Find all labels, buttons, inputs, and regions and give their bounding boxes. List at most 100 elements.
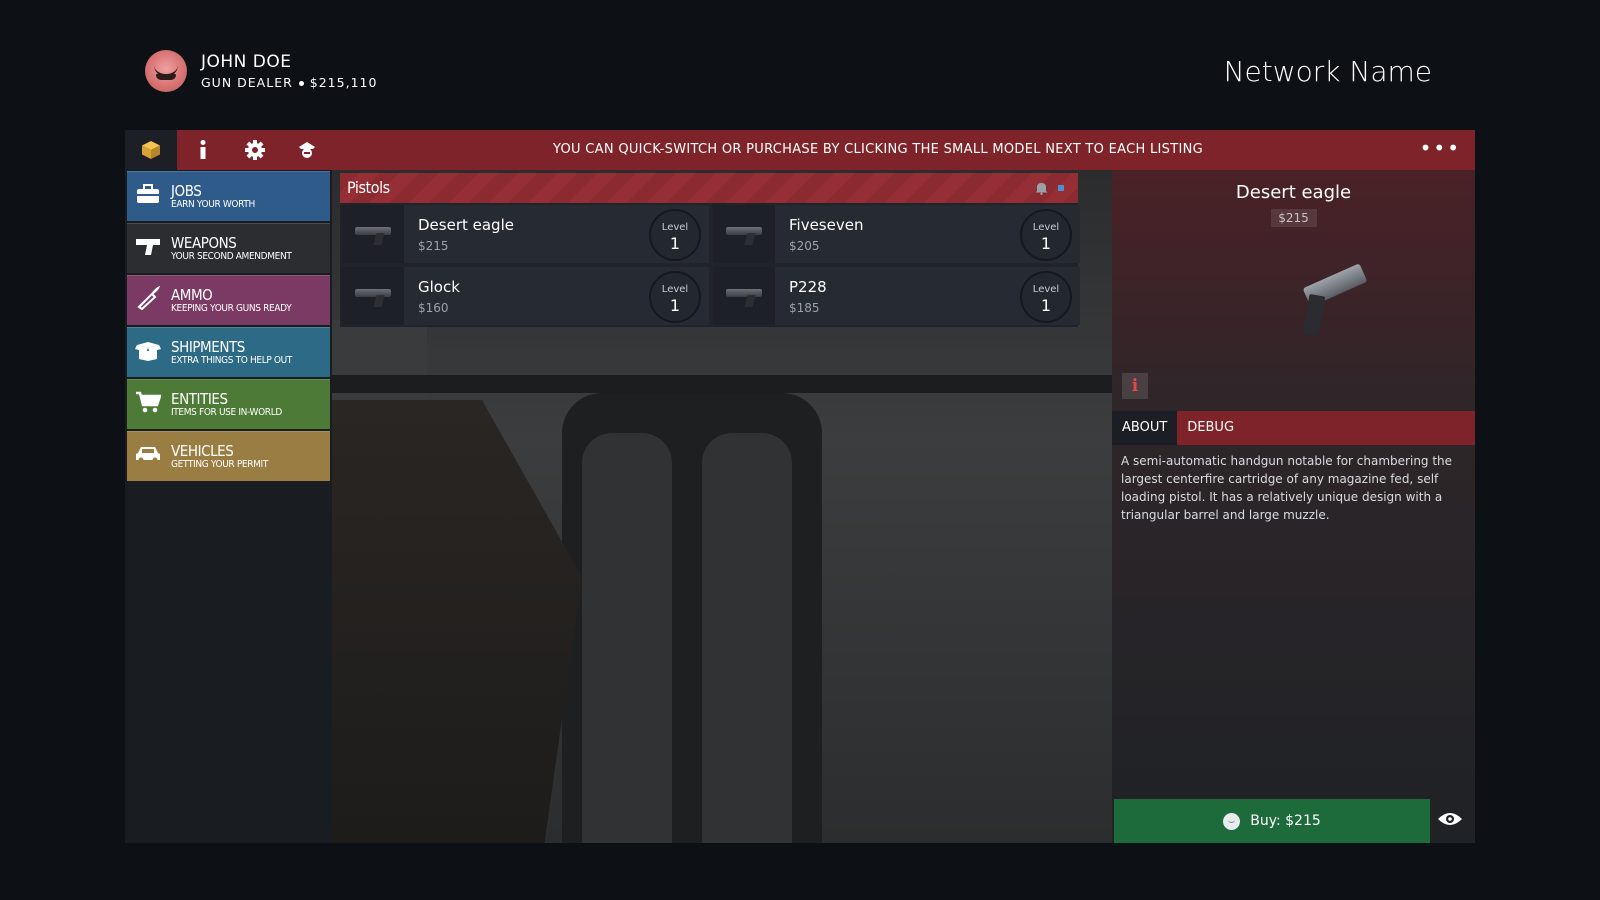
sidebar-item-text: JOBS EARN YOUR WORTH: [171, 181, 264, 210]
category-subtitle: GETTING YOUR PERMIT: [171, 458, 268, 470]
eye-icon[interactable]: [1437, 808, 1463, 833]
coin-icon: [1223, 812, 1241, 830]
app-root: JOHN DOE GUN DEALER $215,110 Network Name: [0, 0, 1600, 900]
level-badge: Level 1: [649, 271, 701, 323]
listing-panel: Pistols Desert eagle $215 Level 1 Fivese…: [340, 173, 1080, 327]
buy-button[interactable]: Buy: $215: [1114, 799, 1430, 843]
tab-about[interactable]: ABOUT: [1112, 411, 1178, 445]
tab-police[interactable]: [281, 130, 333, 170]
model-grip: [1302, 293, 1326, 337]
square-indicator-icon[interactable]: [1058, 185, 1064, 191]
separator-dot: [298, 81, 304, 86]
level-label: Level: [661, 222, 689, 233]
tab-settings[interactable]: [229, 130, 281, 170]
bell-icon[interactable]: [1035, 173, 1048, 207]
sidebar-item-ammo[interactable]: AMMO KEEPING YOUR GUNS READY: [127, 275, 330, 325]
detail-title: Desert eagle: [1235, 182, 1352, 203]
model-thumbnail[interactable]: [342, 267, 404, 325]
level-value: 1: [1040, 234, 1052, 253]
scene-bridge-deck: [332, 375, 1112, 393]
scene-bridge-pier: [562, 393, 822, 843]
profile: JOHN DOE GUN DEALER $215,110: [145, 50, 377, 92]
level-value: 1: [669, 296, 681, 315]
category-subtitle: EXTRA THINGS TO HELP OUT: [171, 354, 293, 366]
tab-shop[interactable]: [125, 130, 177, 170]
tab-debug[interactable]: DEBUG: [1177, 411, 1244, 445]
user-role: GUN DEALER: [201, 75, 293, 90]
level-badge: Level 1: [1020, 209, 1072, 261]
info-icon[interactable]: i: [1122, 373, 1148, 399]
tab-info[interactable]: [177, 130, 229, 170]
listing-item-glock[interactable]: Glock $160 Level 1: [342, 267, 709, 325]
shop-window: YOU CAN QUICK-SWITCH OR PURCHASE BY CLIC…: [125, 130, 1475, 843]
detail-price: $215: [1270, 209, 1317, 227]
category-title: ENTITIES: [171, 389, 228, 408]
scene-arch-opening: [702, 433, 792, 843]
network-name: Network Name: [1223, 55, 1432, 88]
category-title: VEHICLES: [171, 441, 234, 460]
sidebar-item-jobs[interactable]: JOBS EARN YOUR WORTH: [127, 171, 330, 221]
pistol-model-icon: [724, 225, 764, 243]
weapon-model-preview[interactable]: [1294, 263, 1368, 345]
top-bar: YOU CAN QUICK-SWITCH OR PURCHASE BY CLIC…: [125, 130, 1475, 170]
level-badge: Level 1: [649, 209, 701, 261]
sidebar-item-entities[interactable]: ENTITIES ITEMS FOR USE IN-WORLD: [127, 379, 330, 429]
user-name: JOHN DOE: [201, 52, 292, 72]
police-icon: [299, 142, 315, 158]
hint-notice: YOU CAN QUICK-SWITCH OR PURCHASE BY CLIC…: [553, 142, 1203, 157]
scene-arch-opening: [582, 433, 672, 843]
category-sidebar: JOBS EARN YOUR WORTH WEAPONS YOUR SECOND…: [125, 170, 332, 843]
listing-grid: Desert eagle $215 Level 1 Fiveseven $205: [340, 203, 1080, 325]
sidebar-item-text: VEHICLES GETTING YOUR PERMIT: [171, 441, 279, 470]
box-icon: [142, 141, 160, 159]
user-money: $215,110: [309, 75, 378, 90]
listing-header: Pistols: [340, 173, 1078, 203]
listing-item-fiveseven[interactable]: Fiveseven $205 Level 1: [713, 205, 1080, 263]
sidebar-item-text: WEAPONS YOUR SECOND AMENDMENT: [171, 235, 305, 262]
pistol-model-icon: [353, 287, 393, 305]
listing-info: Fiveseven $205: [775, 216, 863, 253]
sidebar-item-shipments[interactable]: SHIPMENTS EXTRA THINGS TO HELP OUT: [127, 327, 330, 377]
level-label: Level: [661, 284, 689, 295]
car-icon: [133, 444, 163, 469]
item-price: $160: [418, 300, 449, 315]
briefcase-icon: [133, 184, 163, 209]
avatar: [145, 50, 187, 92]
listing-item-p228[interactable]: P228 $185 Level 1: [713, 267, 1080, 325]
pistol-model-icon: [724, 287, 764, 305]
more-menu-button[interactable]: •••: [1420, 130, 1461, 170]
listing-title: Pistols: [347, 178, 390, 197]
sidebar-item-vehicles[interactable]: VEHICLES GETTING YOUR PERMIT: [127, 431, 330, 481]
category-subtitle: EARN YOUR WORTH: [171, 198, 255, 210]
item-price: $205: [789, 238, 820, 253]
open-box-icon: [133, 339, 163, 366]
item-description: A semi-automatic handgun notable for cha…: [1121, 454, 1453, 522]
sidebar-item-weapons[interactable]: WEAPONS YOUR SECOND AMENDMENT: [127, 223, 330, 273]
model-thumbnail[interactable]: [713, 205, 775, 263]
listing-info: P228 $185: [775, 278, 827, 315]
sidebar-item-text: AMMO KEEPING YOUR GUNS READY: [171, 285, 305, 314]
level-label: Level: [1032, 284, 1060, 295]
detail-tabs: ABOUT DEBUG: [1112, 411, 1475, 445]
item-name: Glock: [418, 277, 460, 296]
listing-item-desert-eagle[interactable]: Desert eagle $215 Level 1: [342, 205, 709, 263]
category-title: SHIPMENTS: [171, 337, 245, 356]
level-value: 1: [1040, 296, 1052, 315]
level-badge: Level 1: [1020, 271, 1072, 323]
category-subtitle: YOUR SECOND AMENDMENT: [171, 250, 292, 262]
item-price: $215: [418, 238, 449, 253]
model-thumbnail[interactable]: [713, 267, 775, 325]
sidebar-item-text: ENTITIES ITEMS FOR USE IN-WORLD: [171, 389, 294, 418]
item-price: $185: [789, 300, 820, 315]
model-thumbnail[interactable]: [342, 205, 404, 263]
user-role-line: GUN DEALER $215,110: [201, 75, 377, 90]
gear-icon: [245, 140, 265, 160]
category-title: JOBS: [171, 181, 202, 200]
level-value: 1: [669, 234, 681, 253]
pistol-icon: [133, 236, 163, 261]
cart-icon: [133, 391, 163, 418]
item-name: Desert eagle: [418, 215, 514, 234]
category-subtitle: ITEMS FOR USE IN-WORLD: [171, 406, 282, 418]
category-title: AMMO: [171, 285, 213, 304]
listing-info: Glock $160: [404, 278, 460, 315]
